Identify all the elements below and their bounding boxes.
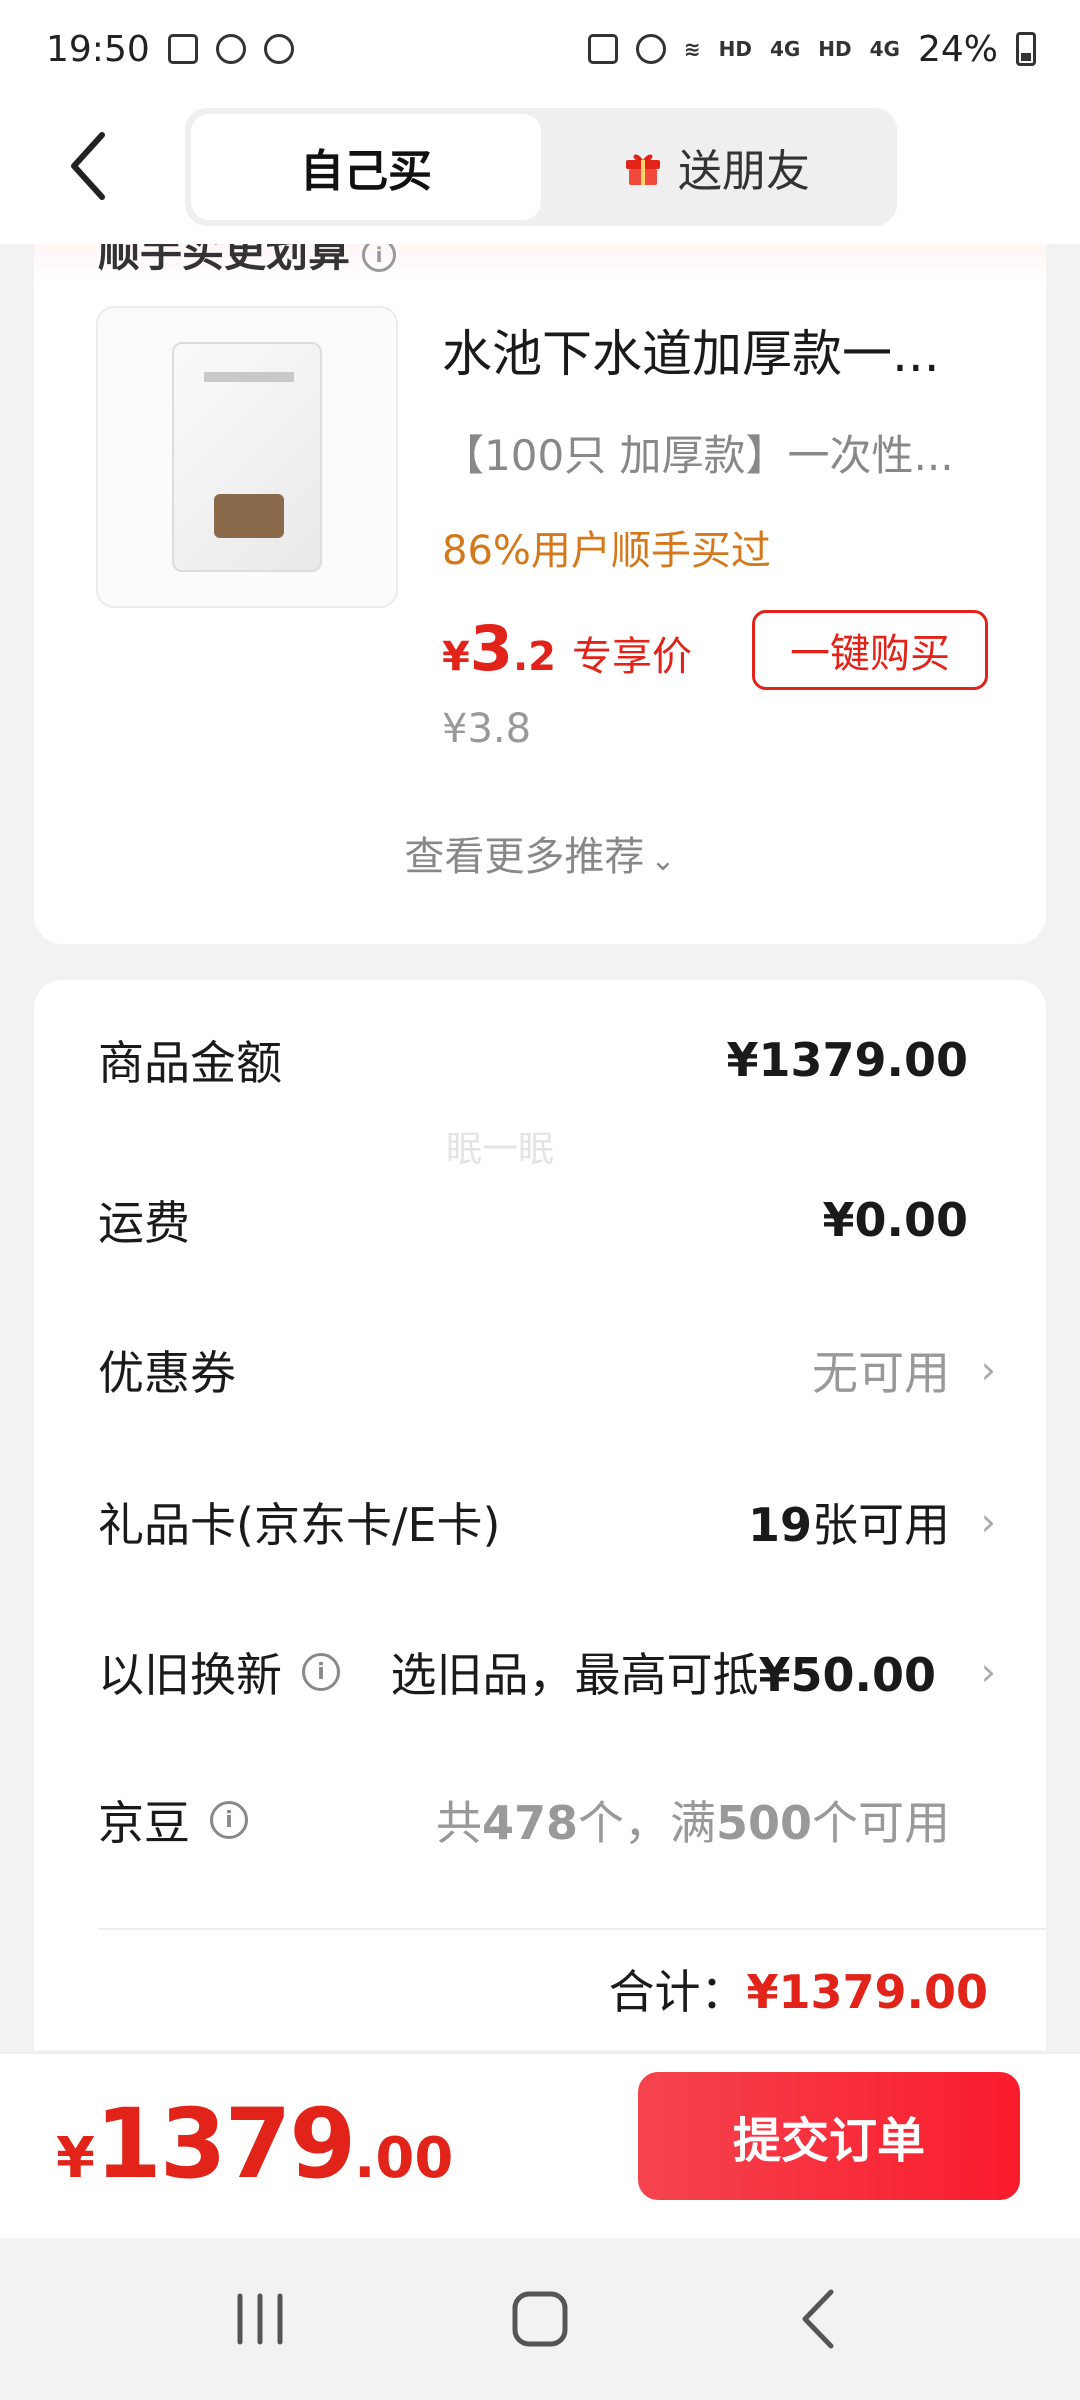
product-popularity-tag: 86%用户顺手买过: [442, 528, 771, 574]
jd-beans-mid: 个，满: [577, 1796, 716, 1850]
submit-order-button[interactable]: 提交订单: [638, 2072, 1020, 2200]
gift-icon: [622, 146, 664, 188]
jd-beans-suffix: 个可用: [812, 1796, 950, 1850]
chevron-down-icon: ⌄: [650, 843, 676, 878]
total-label: 合计：: [608, 1965, 747, 2019]
status-right: ≋ HD 4G HD 4G 24%: [587, 28, 1036, 70]
coupon-label: 优惠券: [98, 1346, 236, 1400]
trade-in-value: 选旧品，最高可抵¥50.00: [390, 1639, 936, 1705]
chevron-right-icon: ›: [980, 1348, 996, 1392]
payable-integer: 1379: [94, 2088, 356, 2200]
product-original-price: ¥3.8: [442, 706, 532, 752]
divider: [98, 1928, 1046, 1930]
jd-beans-label: 京豆 i: [98, 1787, 248, 1853]
one-click-buy-button[interactable]: 一键购买: [752, 610, 988, 690]
product-name[interactable]: 水池下水道加厚款一...: [442, 314, 1002, 386]
jd-beans-threshold: 500: [715, 1796, 812, 1850]
recent-apps-icon: [237, 2293, 283, 2345]
product-image[interactable]: [96, 306, 398, 608]
chevron-left-icon: [71, 132, 105, 200]
alarm-icon: [635, 34, 666, 64]
product-spec: 【100只 加厚款】一次性...: [442, 431, 954, 480]
row-trade-in[interactable]: 以旧换新 i 选旧品，最高可抵¥50.00 ›: [98, 1622, 1008, 1722]
goods-amount-label: 商品金额: [98, 1036, 282, 1090]
tab-buy-for-self-label: 自己买: [300, 146, 432, 197]
watermark: 眠一眠: [446, 1129, 555, 1170]
gift-card-label: 礼品卡(京东卡/E卡): [98, 1498, 501, 1552]
trade-in-text: 选旧品，最高可抵: [390, 1648, 759, 1702]
battery-percent: 24%: [917, 28, 998, 70]
recommendation-title: 顺手买更划算 i: [98, 244, 397, 279]
chevron-right-icon: ›: [980, 1500, 996, 1544]
info-icon[interactable]: i: [210, 1801, 248, 1839]
total-value: ¥1379.00: [746, 1965, 988, 2019]
price-currency: ¥: [442, 634, 470, 680]
info-icon[interactable]: i: [302, 1653, 340, 1691]
jd-beans-value: 共478个，满500个可用: [436, 1787, 950, 1853]
price-integer: 3: [469, 612, 513, 685]
tab-send-to-friend[interactable]: 送朋友: [541, 114, 891, 220]
product-exclusive-price: ¥3.2 专享价: [442, 612, 692, 685]
back-icon: [802, 2289, 834, 2349]
row-gift-card[interactable]: 礼品卡(京东卡/E卡) 19张可用 ›: [98, 1472, 1008, 1572]
battery-icon: [1016, 32, 1036, 66]
network-label-1: 4G: [769, 37, 801, 61]
product-package-picture: [172, 342, 322, 572]
price-label: 专享价: [572, 634, 693, 680]
recommendation-card: 顺手买更划算 i 水池下水道加厚款一... 【100只 加厚款】一次性... 86…: [34, 244, 1046, 944]
jd-beans-count: 478: [481, 1796, 578, 1850]
gift-card-suffix: 张可用: [812, 1498, 950, 1552]
system-nav-bar: [0, 2238, 1080, 2400]
recommendation-title-text: 顺手买更划算: [98, 244, 351, 276]
status-time: 19:50: [46, 28, 150, 70]
home-icon: [512, 2291, 568, 2347]
jd-beans-label-text: 京豆: [98, 1796, 190, 1850]
home-button[interactable]: [480, 2269, 600, 2369]
trade-in-label: 以旧换新 i: [98, 1639, 340, 1705]
recommendation-header: 顺手买更划算 i: [34, 244, 1046, 284]
gallery-notification-icon: [167, 34, 198, 64]
shipping-label: 运费: [98, 1196, 190, 1250]
clock-notification-icon: [215, 34, 246, 64]
hd-label-1: HD: [718, 37, 752, 61]
info-icon[interactable]: i: [362, 244, 397, 272]
total-row: 合计：¥1379.00: [608, 1956, 988, 2022]
tab-send-to-friend-label: 送朋友: [678, 146, 810, 197]
coupon-value: 无可用: [812, 1346, 950, 1400]
goods-amount-value: ¥1379.00: [726, 1033, 968, 1087]
tab-buy-for-self[interactable]: 自己买: [191, 114, 541, 220]
gift-card-value: 19张可用: [748, 1489, 950, 1555]
row-jd-beans: 京豆 i 共478个，满500个可用: [98, 1770, 1008, 1870]
chevron-right-icon: ›: [980, 1650, 996, 1694]
shipping-value: ¥0.00: [822, 1193, 968, 1247]
wifi-icon: ≋: [683, 37, 701, 61]
hd-label-2: HD: [818, 37, 852, 61]
trade-in-amount: ¥50.00: [758, 1648, 936, 1702]
trade-in-label-text: 以旧换新: [98, 1648, 282, 1702]
row-goods-amount: 商品金额 ¥1379.00: [98, 1010, 1008, 1110]
payable-decimal: .00: [354, 2126, 454, 2191]
price-decimal: .2: [512, 634, 557, 680]
view-more-label: 查看更多推荐: [404, 834, 645, 880]
network-label-2: 4G: [869, 37, 900, 61]
system-back-button[interactable]: [760, 2269, 880, 2369]
jd-beans-prefix: 共: [435, 1796, 482, 1850]
checkout-bar: ¥1379.00 提交订单: [0, 2052, 1080, 2238]
status-bar: 19:50 ≋ HD 4G HD 4G 24%: [0, 0, 1080, 98]
header: 自己买 送朋友: [0, 98, 1080, 244]
recent-apps-button[interactable]: [200, 2269, 320, 2369]
order-summary-card: 眠一眠 商品金额 ¥1379.00 运费 ¥0.00 优惠券 无可用 › 礼品卡…: [34, 980, 1046, 2050]
battery-saver-icon: [587, 34, 618, 64]
payable-currency: ¥: [56, 2126, 95, 2191]
view-more-recommendations[interactable]: 查看更多推荐 ⌄: [34, 824, 1046, 882]
status-left: 19:50: [46, 29, 294, 70]
row-coupon[interactable]: 优惠券 无可用 ›: [98, 1320, 1008, 1420]
back-button[interactable]: [58, 126, 118, 206]
row-shipping: 运费 ¥0.00: [98, 1170, 1008, 1270]
gift-card-count: 19: [747, 1498, 812, 1552]
payable-price: ¥1379.00: [56, 2088, 453, 2200]
app-notification-icon: [263, 34, 294, 64]
purchase-mode-switch: 自己买 送朋友: [185, 108, 897, 226]
